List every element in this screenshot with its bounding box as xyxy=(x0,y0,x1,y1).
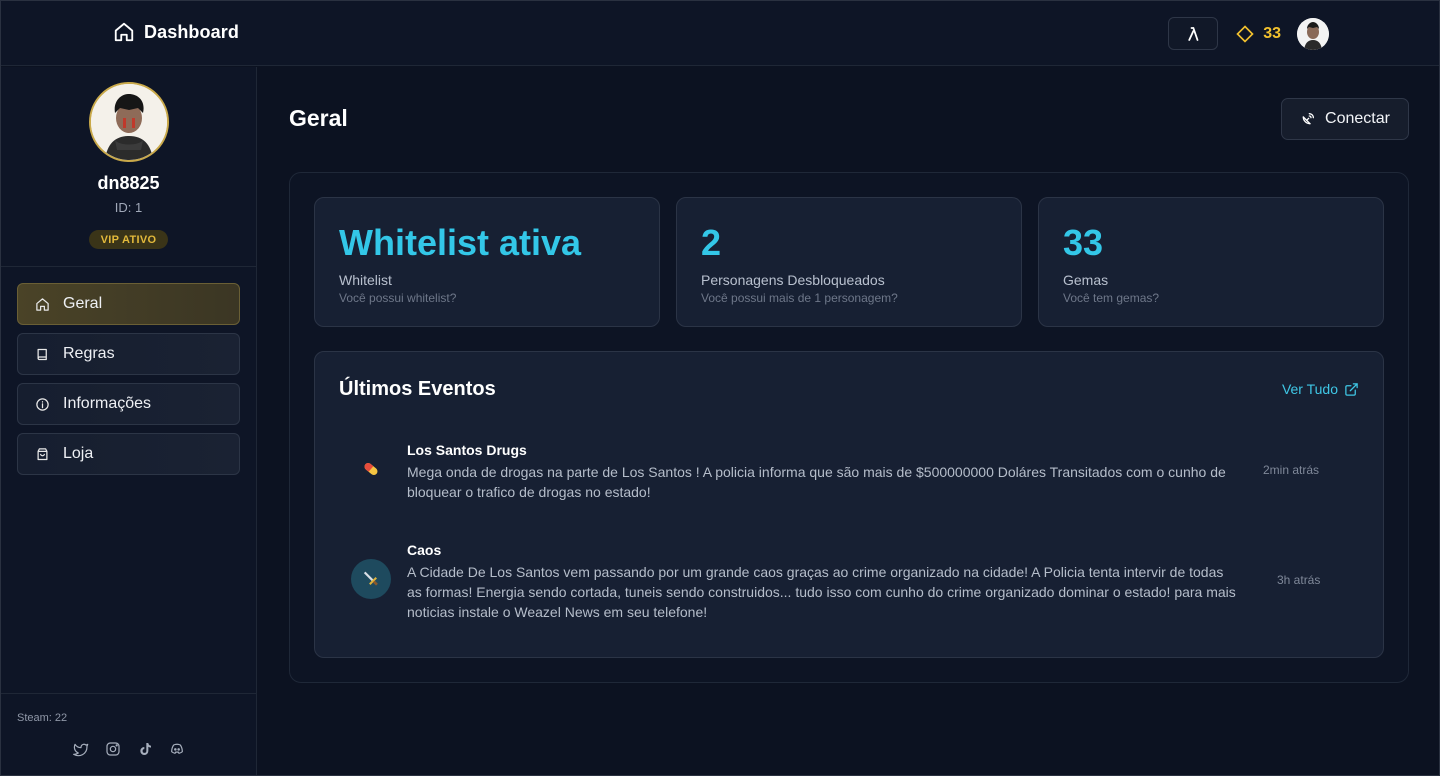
event-title: Los Santos Drugs xyxy=(407,442,527,458)
profile-card: dn8825 ID: 1 VIP ATIVO xyxy=(1,67,256,267)
sidebar-item-loja[interactable]: Loja xyxy=(17,433,240,475)
user-id: ID: 1 xyxy=(114,200,143,215)
sidebar-item-regras[interactable]: Regras xyxy=(17,333,240,375)
satellite-dish-icon xyxy=(1302,113,1315,125)
gems-counter: 33 xyxy=(1235,24,1281,44)
steam-info: Steam: 22 xyxy=(17,712,68,724)
stat-card-gems: 33 Gemas Você tem gemas? xyxy=(1038,197,1384,327)
stat-card-characters: 2 Personagens Desbloqueados Você possui … xyxy=(676,197,1022,327)
brand-label: Dashboard xyxy=(144,21,239,42)
stat-value: 2 xyxy=(701,222,722,263)
connect-label: Conectar xyxy=(1325,110,1390,127)
events-title: Últimos Eventos xyxy=(339,378,496,400)
stat-description: Você possui whitelist? xyxy=(339,291,457,305)
gems-count: 33 xyxy=(1263,24,1281,42)
see-all-label: Ver Tudo xyxy=(1281,381,1338,397)
connect-button[interactable]: Conectar xyxy=(1281,98,1409,140)
top-right-controls: 33 xyxy=(1168,17,1329,50)
avatar-image xyxy=(91,84,167,160)
sidebar-item-label: Loja xyxy=(63,445,94,462)
book-icon xyxy=(37,348,47,360)
theme-toggle-button[interactable] xyxy=(1168,17,1219,50)
shopping-bag-icon xyxy=(37,447,48,460)
events-card: Últimos Eventos Ver Tudo Los Santos Drug… xyxy=(314,351,1384,658)
stat-value: Whitelist ativa xyxy=(339,222,582,263)
twitter-icon[interactable] xyxy=(73,741,89,757)
sidebar-nav: Geral Regras Informações Loja xyxy=(17,283,240,483)
sidebar-item-label: Regras xyxy=(63,345,115,362)
username: dn8825 xyxy=(97,173,160,193)
dagger-icon xyxy=(351,559,391,599)
home-icon xyxy=(114,22,134,42)
page-title: Geral xyxy=(289,105,348,131)
sidebar-item-label: Informações xyxy=(63,395,152,412)
lambda-icon xyxy=(1188,26,1199,41)
sidebar-item-label: Geral xyxy=(63,295,103,312)
social-links xyxy=(73,741,185,757)
overview-panel: Whitelist ativa Whitelist Você possui wh… xyxy=(289,172,1409,683)
info-icon xyxy=(36,397,49,411)
stat-label: Whitelist xyxy=(339,272,392,288)
user-avatar-button[interactable] xyxy=(1297,17,1329,50)
sidebar-footer: Steam: 22 xyxy=(1,693,256,775)
stat-description: Você possui mais de 1 personagem? xyxy=(701,291,898,305)
stat-description: Você tem gemas? xyxy=(1063,291,1160,305)
home-icon xyxy=(36,297,49,311)
avatar xyxy=(1297,17,1329,50)
see-all-link[interactable]: Ver Tudo xyxy=(1282,381,1359,397)
stat-card-whitelist: Whitelist ativa Whitelist Você possui wh… xyxy=(314,197,660,327)
sidebar: dn8825 ID: 1 VIP ATIVO Geral Regras Info… xyxy=(1,67,257,775)
app-window: Dashboard 33 dn8825 ID: 1 VIP ATIVO Gera… xyxy=(0,0,1440,776)
tiktok-icon[interactable] xyxy=(137,741,153,757)
event-title: Caos xyxy=(407,542,442,558)
event-time: 2min atrás xyxy=(1263,463,1320,477)
event-text: Mega onda de drogas na parte de Los Sant… xyxy=(407,464,1226,500)
external-link-icon xyxy=(1345,382,1358,396)
vip-status-badge: VIP ATIVO xyxy=(89,230,168,249)
discord-icon[interactable] xyxy=(169,741,185,757)
dashboard-link[interactable]: Dashboard xyxy=(113,21,239,43)
profile-avatar xyxy=(89,82,169,162)
stat-value: 33 xyxy=(1063,222,1104,263)
diamond-icon xyxy=(1236,24,1254,43)
top-bar: Dashboard 33 xyxy=(1,1,1439,66)
stat-label: Gemas xyxy=(1063,272,1109,288)
pill-icon xyxy=(351,449,391,489)
stat-label: Personagens Desbloqueados xyxy=(701,272,885,288)
event-text: A Cidade De Los Santos vem passando por … xyxy=(407,564,1236,620)
instagram-icon[interactable] xyxy=(105,741,121,757)
sidebar-item-geral[interactable]: Geral xyxy=(17,283,240,325)
event-time: 3h atrás xyxy=(1277,573,1321,587)
sidebar-item-informacoes[interactable]: Informações xyxy=(17,383,240,425)
